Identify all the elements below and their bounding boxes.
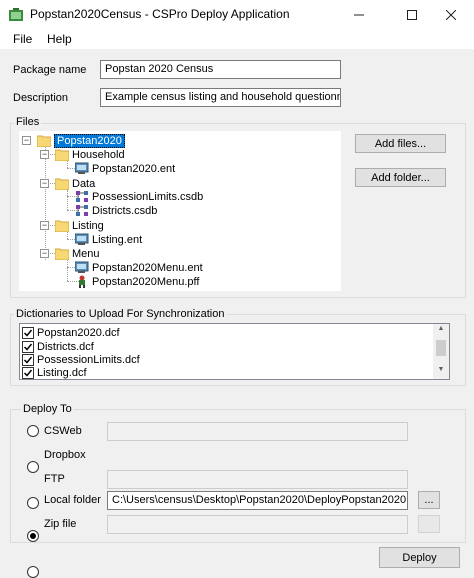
- collapse-icon[interactable]: −: [40, 150, 49, 159]
- database-icon: [76, 205, 88, 216]
- tree-file[interactable]: Districts.csdb: [75, 203, 157, 218]
- tree-root[interactable]: − Popstan2020: [22, 133, 125, 148]
- tree-file[interactable]: PossessionLimits.csdb: [75, 189, 203, 204]
- database-icon: [76, 191, 88, 202]
- list-item[interactable]: Popstan2020.dcf: [22, 326, 120, 339]
- csweb-label: CSWeb: [44, 425, 82, 437]
- package-name-label: Package name: [13, 64, 87, 76]
- window-title: Popstan2020Census - CSPro Deploy Applica…: [30, 7, 290, 21]
- local-folder-radio[interactable]: [27, 530, 39, 542]
- package-name-input[interactable]: Popstan 2020 Census: [100, 60, 341, 79]
- list-scrollbar[interactable]: ▲ ▼: [433, 324, 449, 379]
- list-item-label: Popstan2020.dcf: [37, 326, 120, 339]
- maximize-icon: [407, 10, 417, 20]
- zip-file-label: Zip file: [44, 518, 77, 530]
- scroll-thumb[interactable]: [436, 340, 446, 356]
- tree-root-label: Popstan2020: [54, 133, 125, 148]
- checkbox[interactable]: [22, 340, 34, 353]
- data-entry-icon: [75, 162, 89, 174]
- description-label: Description: [13, 92, 69, 104]
- dropbox-radio[interactable]: [27, 461, 39, 473]
- list-item-label: PossessionLimits.dcf: [37, 353, 140, 366]
- csweb-radio[interactable]: [27, 425, 39, 437]
- data-entry-icon: [75, 233, 89, 245]
- checkbox[interactable]: [22, 326, 34, 339]
- tree-folder-label: Menu: [72, 247, 100, 260]
- csweb-url-input[interactable]: [107, 422, 408, 441]
- folder-icon: [55, 220, 69, 232]
- zip-file-radio[interactable]: [27, 566, 39, 578]
- local-folder-path-input[interactable]: C:\Users\census\Desktop\Popstan2020\Depl…: [107, 491, 408, 510]
- checkbox[interactable]: [22, 366, 34, 379]
- dropbox-label: Dropbox: [44, 449, 86, 461]
- tree-file-label: Districts.csdb: [92, 204, 158, 217]
- tree-file-label: Listing.ent: [92, 233, 143, 246]
- minimize-icon: [354, 14, 364, 16]
- folder-icon: [55, 178, 69, 190]
- zip-file-path-input[interactable]: [107, 515, 408, 534]
- check-icon: [23, 369, 33, 377]
- tree-file[interactable]: Popstan2020Menu.pff: [75, 274, 199, 289]
- dictionaries-group-title: Dictionaries to Upload For Synchronizati…: [14, 308, 227, 320]
- tree-file-label: Popstan2020Menu.ent: [92, 261, 203, 274]
- list-item-label: Listing.dcf: [37, 366, 87, 379]
- scroll-down-icon[interactable]: ▼: [433, 366, 449, 378]
- tree-folder-label: Household: [72, 148, 125, 161]
- tree-folder-label: Data: [72, 177, 96, 190]
- folder-icon: [37, 135, 51, 147]
- deploy-to-group-title: Deploy To: [21, 403, 74, 415]
- check-icon: [23, 329, 33, 337]
- files-tree[interactable]: − Popstan2020 − Household Popstan2020.en…: [19, 131, 341, 291]
- pff-run-icon: [79, 275, 85, 288]
- list-item[interactable]: PossessionLimits.dcf: [22, 353, 140, 366]
- tree-folder-household[interactable]: − Household: [40, 147, 125, 162]
- ftp-url-input[interactable]: [107, 470, 408, 489]
- list-item-label: Districts.dcf: [37, 340, 94, 353]
- tree-file[interactable]: Listing.ent: [75, 232, 142, 247]
- minimize-button[interactable]: [336, 0, 382, 30]
- tree-file-label: PossessionLimits.csdb: [92, 190, 204, 203]
- check-icon: [23, 343, 33, 351]
- checkbox[interactable]: [22, 353, 34, 366]
- description-input[interactable]: Example census listing and household que…: [100, 88, 341, 107]
- browse-folder-button[interactable]: ...: [418, 491, 440, 509]
- list-item[interactable]: Districts.dcf: [22, 340, 94, 353]
- tree-folder-menu[interactable]: − Menu: [40, 246, 100, 261]
- files-group-title: Files: [14, 116, 42, 128]
- collapse-icon[interactable]: −: [40, 221, 49, 230]
- collapse-icon[interactable]: −: [22, 136, 31, 145]
- dictionaries-list[interactable]: Popstan2020.dcf Districts.dcf Possession…: [19, 323, 450, 380]
- folder-icon: [55, 248, 69, 260]
- folder-icon: [55, 149, 69, 161]
- menu-file[interactable]: File: [13, 32, 32, 46]
- add-files-button[interactable]: Add files...: [355, 134, 446, 153]
- menu-help[interactable]: Help: [47, 32, 72, 46]
- tree-folder-listing[interactable]: − Listing: [40, 218, 104, 233]
- tree-file[interactable]: Popstan2020Menu.ent: [75, 260, 203, 275]
- local-folder-label: Local folder: [44, 494, 101, 506]
- tree-file-label: Popstan2020Menu.pff: [92, 275, 200, 288]
- collapse-icon[interactable]: −: [40, 179, 49, 188]
- add-folder-button[interactable]: Add folder...: [355, 168, 446, 187]
- close-button[interactable]: [428, 0, 474, 30]
- browse-zip-button[interactable]: [418, 515, 440, 533]
- collapse-icon[interactable]: −: [40, 249, 49, 258]
- ftp-radio[interactable]: [27, 497, 39, 509]
- data-entry-icon: [75, 261, 89, 273]
- tree-folder-label: Listing: [72, 219, 104, 232]
- app-icon: [8, 7, 24, 23]
- scroll-up-icon[interactable]: ▲: [433, 325, 449, 337]
- close-icon: [446, 10, 456, 20]
- ftp-label: FTP: [44, 473, 65, 485]
- tree-file[interactable]: Popstan2020.ent: [75, 161, 175, 176]
- deploy-button[interactable]: Deploy: [379, 547, 460, 568]
- check-icon: [23, 356, 33, 364]
- tree-file-label: Popstan2020.ent: [92, 162, 176, 175]
- list-item[interactable]: Listing.dcf: [22, 366, 87, 379]
